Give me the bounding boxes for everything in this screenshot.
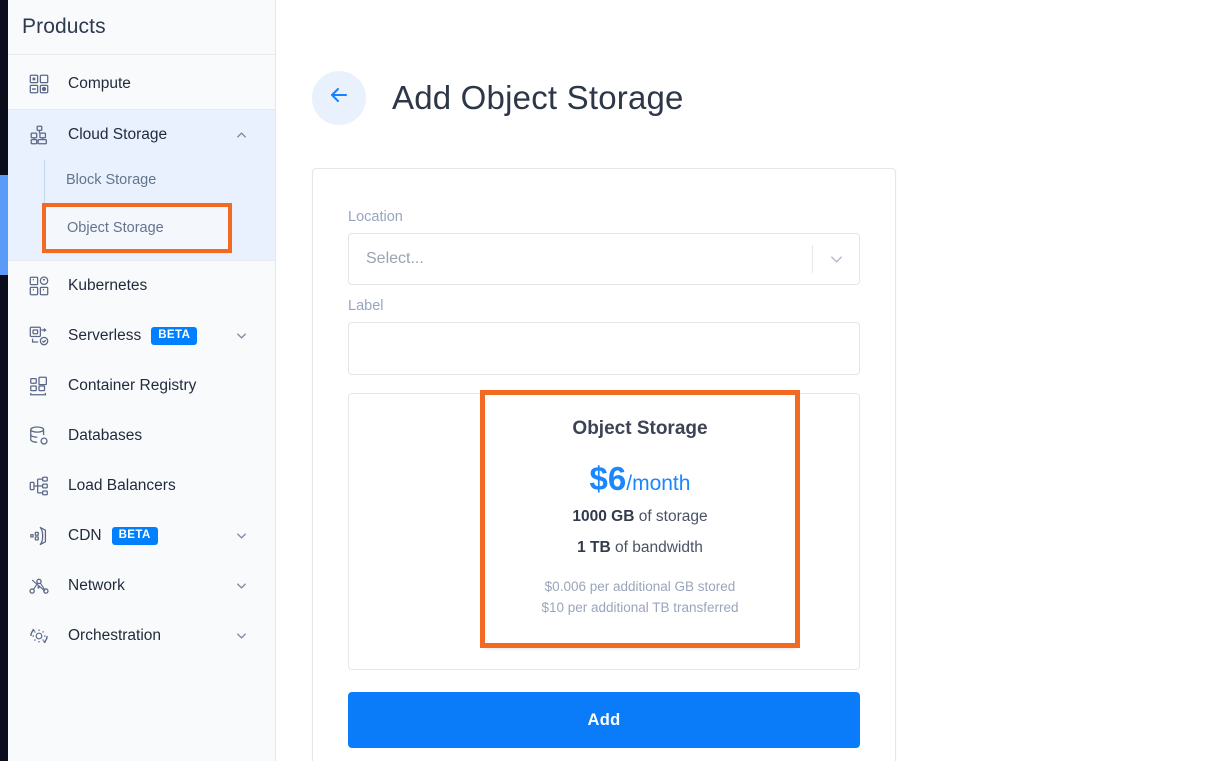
page-header: Add Object Storage (277, 0, 1231, 140)
sidebar-item-label: Databases (68, 427, 143, 444)
chevron-down-icon[interactable] (234, 579, 249, 594)
plan-note-storage: $0.006 per additional GB stored (544, 579, 736, 594)
left-rail (0, 0, 8, 761)
label-input[interactable] (348, 322, 860, 375)
location-field-label: Location (348, 209, 403, 225)
sidebar-item-label: Container Registry (68, 377, 197, 394)
sidebar-subitem-label: Block Storage (66, 172, 157, 188)
sidebar-item-label: Network (68, 577, 125, 594)
sidebar-item-label: Orchestration (68, 627, 162, 644)
sidebar-item-label: Kubernetes (68, 277, 148, 294)
chevron-down-icon[interactable] (234, 329, 249, 344)
cdn-icon (26, 523, 52, 549)
plan-bandwidth-amount: 1 TB (577, 539, 611, 556)
plan-bandwidth-suffix: of bandwidth (610, 539, 703, 556)
sidebar-item-network[interactable]: Network (8, 561, 275, 611)
back-button[interactable] (312, 70, 366, 125)
cloud-storage-hierarchy-icon (26, 122, 52, 148)
arrow-left-icon (327, 83, 351, 112)
main-content: Add Object Storage Location Select... La… (277, 0, 1231, 761)
label-field-label: Label (348, 298, 384, 314)
sidebar-item-object-storage[interactable]: Object Storage (42, 203, 232, 253)
add-object-storage-form: Location Select... Label Object Storage … (312, 168, 896, 761)
plan-name: Object Storage (572, 418, 708, 439)
sidebar-item-label: Compute (68, 75, 131, 92)
network-nodes-icon (26, 573, 52, 599)
plan-price-amount: $6 (589, 460, 627, 497)
plan-storage-suffix: of storage (634, 508, 708, 525)
sidebar-item-label: Load Balancers (68, 477, 176, 494)
beta-badge: BETA (151, 327, 198, 345)
plan-bandwidth-spec: 1 TB of bandwidth (577, 539, 703, 557)
left-rail-accent (0, 175, 8, 275)
chevron-down-icon[interactable] (813, 250, 859, 269)
sidebar-subnav-cloud-storage: Block Storage Object Storage (8, 160, 275, 260)
plan-notes: $0.006 per additional GB stored $10 per … (541, 577, 738, 619)
location-select-value: Select... (366, 250, 424, 267)
container-registry-icon (26, 373, 52, 399)
page-title: Add Object Storage (392, 78, 684, 116)
sidebar-item-container-registry[interactable]: Container Registry (8, 361, 275, 411)
location-select[interactable]: Select... (348, 233, 860, 285)
plan-storage-spec: 1000 GB of storage (572, 508, 707, 526)
chevron-down-icon[interactable] (234, 529, 249, 544)
sidebar-item-cloud-storage[interactable]: Cloud Storage (8, 110, 275, 160)
sidebar-item-label: CDN (68, 527, 102, 544)
sidebar-nav: Compute Cloud Storage Block Storage Obje… (8, 55, 275, 661)
kubernetes-icon (26, 273, 52, 299)
sidebar-item-serverless[interactable]: Serverless BETA (8, 311, 275, 361)
add-button[interactable]: Add (348, 692, 860, 748)
chevron-up-icon[interactable] (234, 128, 249, 143)
chevron-down-icon[interactable] (234, 629, 249, 644)
database-gear-icon (26, 423, 52, 449)
beta-badge: BETA (111, 527, 158, 545)
sidebar-item-load-balancers[interactable]: Load Balancers (8, 461, 275, 511)
plan-price-period: /month (626, 472, 691, 495)
sidebar-item-label: Cloud Storage (68, 126, 168, 143)
sidebar-title: Products (22, 15, 106, 38)
sidebar: Products Compute Cloud Storage Block Sto… (8, 0, 276, 761)
sidebar-item-kubernetes[interactable]: Kubernetes (8, 261, 275, 311)
sidebar-item-block-storage[interactable]: Block Storage (8, 160, 275, 200)
plan-storage-amount: 1000 GB (572, 508, 635, 525)
app-root: Products Compute Cloud Storage Block Sto… (0, 0, 1231, 761)
orchestration-gear-icon (26, 623, 52, 649)
sidebar-item-label: Serverless (68, 327, 142, 344)
sidebar-item-databases[interactable]: Databases (8, 411, 275, 461)
sidebar-item-orchestration[interactable]: Orchestration (8, 611, 275, 661)
plan-options-container: Object Storage $6/month 1000 GB of stora… (348, 390, 860, 670)
compute-grid-icon (26, 71, 52, 97)
plan-card-object-storage[interactable]: Object Storage $6/month 1000 GB of stora… (480, 390, 800, 648)
sidebar-subitem-label: Object Storage (67, 220, 164, 236)
sidebar-item-cdn[interactable]: CDN BETA (8, 511, 275, 561)
serverless-icon (26, 323, 52, 349)
plan-price: $6/month (590, 462, 691, 495)
sidebar-item-compute[interactable]: Compute (8, 59, 275, 109)
sidebar-header: Products (8, 0, 275, 55)
plan-note-transfer: $10 per additional TB transferred (541, 599, 739, 615)
load-balancer-icon (26, 473, 52, 499)
